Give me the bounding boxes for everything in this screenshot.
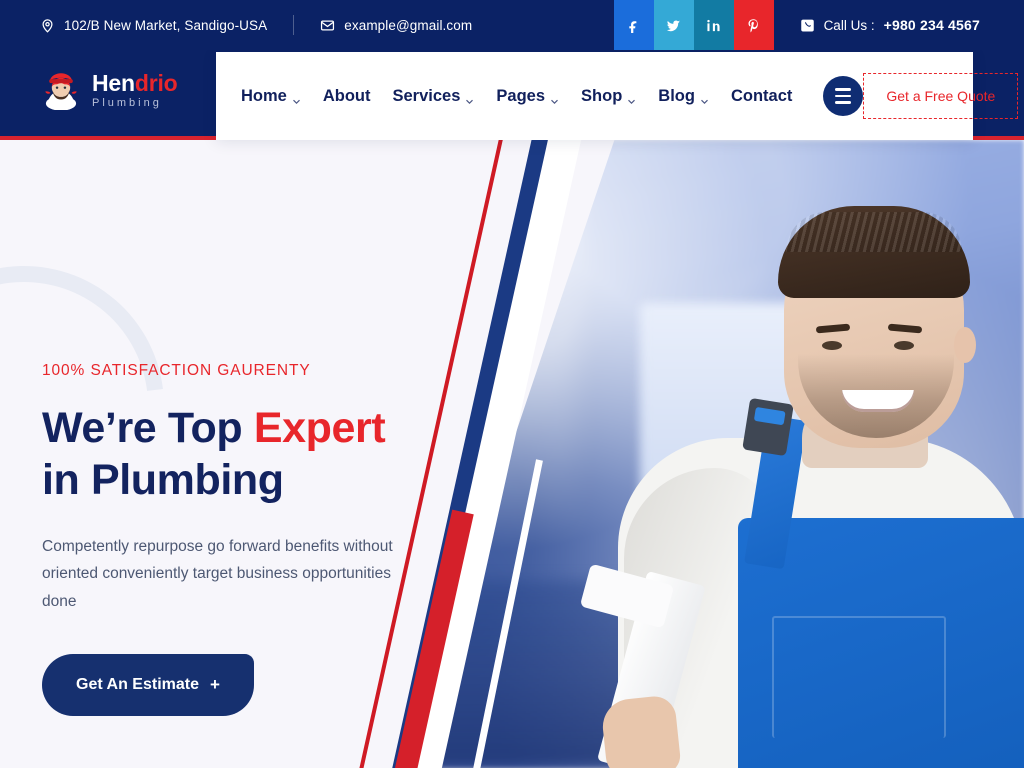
hamburger-bar — [835, 88, 852, 91]
email-text: example@gmail.com — [344, 17, 473, 33]
top-bar: 102/B New Market, Sandigo-USA example@gm… — [0, 0, 1024, 50]
nav-label: About — [322, 86, 371, 105]
nav-item-about[interactable]: About — [312, 77, 382, 116]
chevron-down-icon — [292, 92, 301, 104]
hamburger-bar — [835, 101, 852, 104]
call-us-number: +980 234 4567 — [883, 17, 980, 33]
top-bar-contact-group: 102/B New Market, Sandigo-USA example@gm… — [0, 0, 472, 50]
call-us-label: Call Us : — [823, 17, 875, 33]
plumber-eye-right — [894, 341, 914, 350]
top-bar-divider — [293, 15, 295, 35]
envelope-icon — [320, 18, 335, 33]
nav-label: Home — [241, 86, 287, 105]
chevron-down-icon — [550, 92, 559, 104]
address-item[interactable]: 102/B New Market, Sandigo-USA — [40, 18, 267, 33]
hero-eyebrow: 100% SATISFACTION GAURENTY — [42, 362, 311, 379]
hero-headline-highlight: Expert — [253, 404, 386, 452]
phone-icon — [800, 18, 815, 33]
nav-item-pages[interactable]: Pages — [485, 77, 570, 116]
chevron-down-icon — [627, 92, 636, 104]
site-logo[interactable]: Hendrio Plumbing — [40, 68, 178, 111]
twitter-icon[interactable] — [653, 0, 694, 50]
nav-item-blog[interactable]: Blog — [647, 77, 720, 116]
chevron-down-icon — [465, 92, 474, 104]
logo-name-second: drio — [134, 69, 178, 96]
call-us-item[interactable]: Call Us : +980 234 4567 — [774, 17, 1024, 33]
main-menu: Home About Services Pages Shop Blog Cont… — [216, 76, 864, 116]
nav-item-services[interactable]: Services — [382, 77, 486, 116]
nav-label: Pages — [496, 86, 546, 105]
get-a-free-quote-button[interactable]: Get a Free Quote — [863, 73, 1019, 119]
linkedin-icon[interactable] — [693, 0, 734, 50]
logo-name-first: Hen — [92, 69, 135, 96]
plumber-ear — [954, 327, 976, 363]
email-item[interactable]: example@gmail.com — [320, 18, 472, 33]
hamburger-icon[interactable] — [823, 76, 864, 116]
hero-headline-part1: We’re Top — [42, 404, 254, 452]
hero-headline-line1: We’re Top Expert — [42, 404, 386, 452]
plumber-strap-buckle — [742, 397, 794, 457]
logo-name: Hendrio — [92, 70, 178, 96]
hero-paragraph: Competently repurpose go forward benefit… — [42, 537, 393, 611]
plumber-mascot-icon — [40, 68, 82, 111]
hamburger-bar — [835, 94, 852, 98]
map-pin-icon — [40, 18, 55, 33]
nav-label: Contact — [730, 86, 793, 105]
social-links — [613, 0, 774, 50]
address-text: 102/B New Market, Sandigo-USA — [64, 17, 268, 33]
hero-copy: 100% SATISFACTION GAURENTY We’re Top Exp… — [42, 362, 462, 716]
top-bar-right-group: Call Us : +980 234 4567 — [613, 0, 1024, 50]
nav-item-shop[interactable]: Shop — [570, 77, 647, 116]
cta-label: Get An Estimate — [76, 675, 199, 693]
hero-headline-line2: in Plumbing — [42, 456, 284, 505]
hero-headline: We’re Top Expert in Plumbing — [42, 402, 462, 507]
chevron-down-icon — [700, 92, 709, 104]
plumber-hair — [778, 206, 970, 298]
nav-label: Services — [392, 86, 461, 105]
nav-label: Blog — [658, 86, 695, 105]
logo-tagline: Plumbing — [92, 96, 162, 109]
navigation-panel: Home About Services Pages Shop Blog Cont… — [216, 52, 1019, 140]
plumber-figure — [579, 168, 1024, 768]
plus-icon: + — [210, 674, 220, 694]
facebook-icon[interactable] — [613, 0, 654, 50]
hero-section: 100% SATISFACTION GAURENTY We’re Top Exp… — [0, 140, 1024, 768]
plumber-smile — [842, 390, 914, 412]
plumber-hand — [600, 694, 682, 768]
nav-item-home[interactable]: Home — [230, 77, 312, 116]
plumber-eye-left — [822, 341, 842, 350]
get-an-estimate-button[interactable]: Get An Estimate + — [42, 653, 254, 716]
nav-item-contact[interactable]: Contact — [720, 77, 803, 116]
nav-label: Shop — [581, 86, 623, 105]
pinterest-icon[interactable] — [733, 0, 774, 50]
logo-text-block: Hendrio Plumbing — [92, 70, 178, 109]
